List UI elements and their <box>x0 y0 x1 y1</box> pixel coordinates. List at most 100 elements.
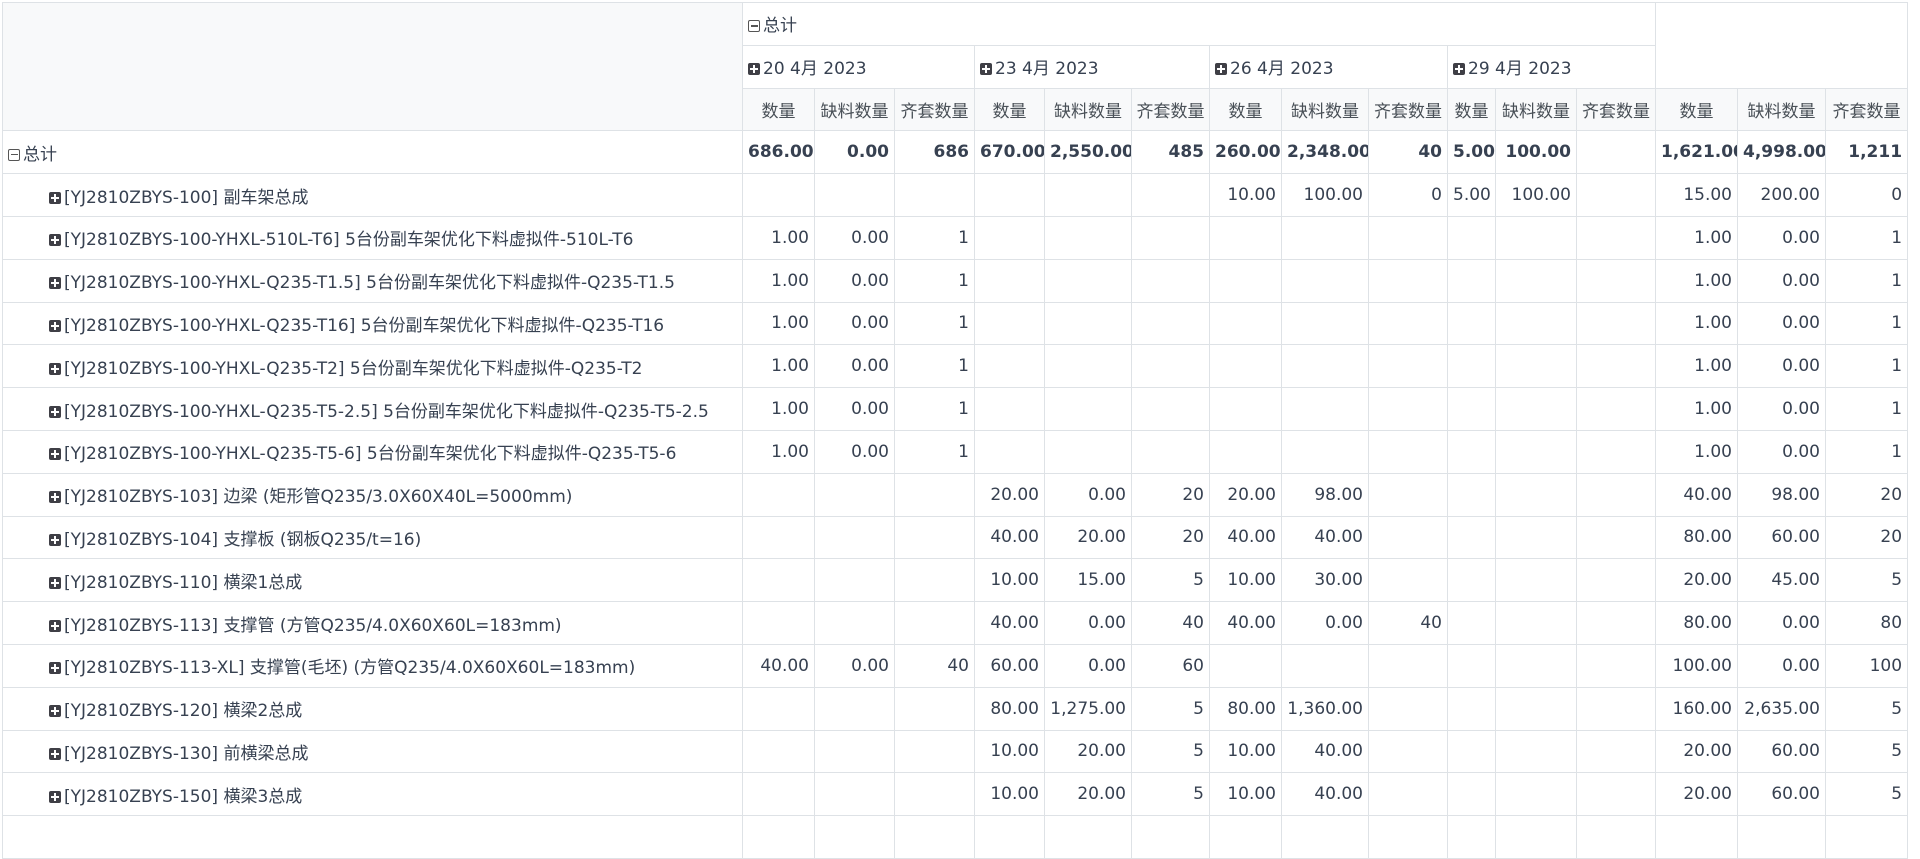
row-header[interactable]: [YJ2810ZBYS-104] 支撑板 (钢板Q235/t=16) <box>2 515 743 560</box>
data-cell: 20.00 <box>1655 772 1738 817</box>
date-column-header[interactable]: 20 4月 2023 <box>742 44 975 89</box>
expand-icon <box>49 277 61 290</box>
data-cell: 1.00 <box>742 215 815 260</box>
row-header[interactable]: [YJ2810ZBYS-100-YHXL-510L-T6] 5台份副车架优化下料… <box>2 215 743 260</box>
data-cell: 40.00 <box>974 601 1045 645</box>
measure-header[interactable]: 齐套数量 <box>1368 87 1448 132</box>
total-row: 总计 686.00 0.00 686 670.00 2,550.00 485 260.00 2,… <box>2 130 1909 175</box>
row-header[interactable]: [YJ2810ZBYS-100-YHXL-Q235-T1.5] 5台份副车架优化… <box>2 258 743 303</box>
expand-icon <box>49 448 61 461</box>
data-cell <box>742 686 815 731</box>
row-header[interactable]: [YJ2810ZBYS-100] 副车架总成 <box>2 173 743 217</box>
row-header[interactable]: [YJ2810ZBYS-100-YHXL-Q235-T16] 5台份副车架优化下… <box>2 301 743 346</box>
data-cell <box>1576 772 1656 817</box>
measure-header[interactable]: 缺料数量 <box>814 87 895 132</box>
measure-header[interactable]: 齐套数量 <box>1131 87 1210 132</box>
data-cell <box>894 686 975 731</box>
data-cell <box>1131 173 1210 217</box>
measure-header[interactable]: 齐套数量 <box>1576 87 1656 132</box>
data-cell: 5 <box>1131 686 1210 731</box>
table-row: [YJ2810ZBYS-100-YHXL-Q235-T2] 5台份副车架优化下料… <box>2 344 1909 389</box>
measure-header[interactable]: 缺料数量 <box>1044 87 1132 132</box>
data-cell <box>1576 301 1656 346</box>
data-cell: 100.00 <box>1281 173 1369 217</box>
measure-header[interactable]: 缺料数量 <box>1281 87 1369 132</box>
measure-header[interactable]: 缺料数量 <box>1737 87 1826 132</box>
measure-header[interactable]: 数量 <box>1655 87 1738 132</box>
total-row-header[interactable]: 总计 <box>2 130 743 175</box>
row-header[interactable]: [YJ2810ZBYS-113] 支撑管 (方管Q235/4.0X60X60L=… <box>2 601 743 645</box>
row-header[interactable]: [YJ2810ZBYS-113-XL] 支撑管(毛坯) (方管Q235/4.0X… <box>2 643 743 688</box>
expand-icon <box>49 533 61 546</box>
date-label: 20 4月 2023 <box>763 59 867 80</box>
measure-header[interactable]: 齐套数量 <box>894 87 975 132</box>
total-cell: 1,621.00 <box>1655 130 1738 175</box>
row-label: [YJ2810ZBYS-110] 横梁1总成 <box>64 572 303 593</box>
row-header[interactable]: [YJ2810ZBYS-150] 横梁3总成 <box>2 772 743 817</box>
data-cell: 10.00 <box>974 558 1045 603</box>
data-cell <box>1044 215 1132 260</box>
expand-icon <box>49 705 61 718</box>
data-cell: 10.00 <box>1209 558 1282 603</box>
table-row: [YJ2810ZBYS-100-YHXL-510L-T6] 5台份副车架优化下料… <box>2 215 1909 260</box>
row-header[interactable] <box>2 815 743 859</box>
data-cell <box>1131 301 1210 346</box>
row-header[interactable]: [YJ2810ZBYS-130] 前横梁总成 <box>2 729 743 774</box>
row-header[interactable]: [YJ2810ZBYS-100-YHXL-Q235-T2] 5台份副车架优化下料… <box>2 344 743 389</box>
data-cell: 0.00 <box>814 643 895 688</box>
data-cell <box>1447 258 1496 303</box>
measure-header[interactable]: 数量 <box>1447 87 1496 132</box>
row-header[interactable]: [YJ2810ZBYS-103] 边梁 (矩形管Q235/3.0X60X40L=… <box>2 472 743 517</box>
row-label: [YJ2810ZBYS-150] 横梁3总成 <box>64 786 303 807</box>
total-column-header <box>1654 2 1909 89</box>
data-cell <box>1281 387 1369 431</box>
row-header[interactable]: [YJ2810ZBYS-100-YHXL-Q235-T5-6] 5台份副车架优化… <box>2 429 743 474</box>
data-cell: 60.00 <box>974 643 1045 688</box>
data-cell <box>1495 729 1577 774</box>
data-cell <box>974 215 1045 260</box>
data-cell <box>1131 215 1210 260</box>
measure-header[interactable]: 数量 <box>742 87 815 132</box>
data-cell: 0.00 <box>1737 215 1826 260</box>
date-column-header[interactable]: 23 4月 2023 <box>974 44 1210 89</box>
data-cell: 20.00 <box>1209 472 1282 517</box>
data-cell <box>1447 344 1496 389</box>
data-cell <box>1495 429 1577 474</box>
data-cell: 5 <box>1131 729 1210 774</box>
data-cell: 1 <box>1824 387 1909 431</box>
row-header[interactable]: [YJ2810ZBYS-110] 横梁1总成 <box>2 558 743 603</box>
data-cell: 0 <box>1368 173 1448 217</box>
table-row: [YJ2810ZBYS-100] 副车架总成 10.00 100.00 0 5.00 10… <box>2 173 1909 217</box>
data-cell: 0.00 <box>1044 601 1132 645</box>
date-column-header[interactable]: 26 4月 2023 <box>1209 44 1448 89</box>
data-cell: 1,275.00 <box>1044 686 1132 731</box>
measure-header[interactable]: 数量 <box>974 87 1045 132</box>
pivot-table: 总计 20 4月 2023 23 4月 2023 26 4月 2023 29 4月 20… <box>2 1 1909 859</box>
column-group-total[interactable]: 总计 <box>742 2 1656 46</box>
data-cell <box>1368 258 1448 303</box>
data-cell: 1 <box>894 387 975 431</box>
total-label: 总计 <box>23 144 57 165</box>
measure-header[interactable]: 数量 <box>1209 87 1282 132</box>
data-cell <box>1495 558 1577 603</box>
row-label: [YJ2810ZBYS-113-XL] 支撑管(毛坯) (方管Q235/4.0X… <box>64 658 636 679</box>
measure-header[interactable]: 齐套数量 <box>1824 87 1909 132</box>
measure-header[interactable]: 缺料数量 <box>1495 87 1577 132</box>
data-cell: 1.00 <box>1655 344 1738 389</box>
data-cell <box>1495 601 1577 645</box>
data-cell <box>1209 429 1282 474</box>
row-label: [YJ2810ZBYS-100-YHXL-Q235-T2] 5台份副车架优化下料… <box>64 358 643 379</box>
data-cell: 40.00 <box>1281 772 1369 817</box>
date-column-header[interactable]: 29 4月 2023 <box>1447 44 1656 89</box>
data-cell: 98.00 <box>1281 472 1369 517</box>
row-header[interactable]: [YJ2810ZBYS-100-YHXL-Q235-T5-2.5] 5台份副车架… <box>2 387 743 431</box>
data-cell: 80 <box>1824 601 1909 645</box>
expand-icon <box>49 362 61 375</box>
row-header[interactable]: [YJ2810ZBYS-120] 横梁2总成 <box>2 686 743 731</box>
data-cell: 10.00 <box>974 772 1045 817</box>
total-cell: 670.00 <box>974 130 1045 175</box>
data-cell <box>742 515 815 560</box>
data-cell: 60.00 <box>1737 772 1826 817</box>
data-cell <box>814 601 895 645</box>
data-cell <box>742 815 815 859</box>
